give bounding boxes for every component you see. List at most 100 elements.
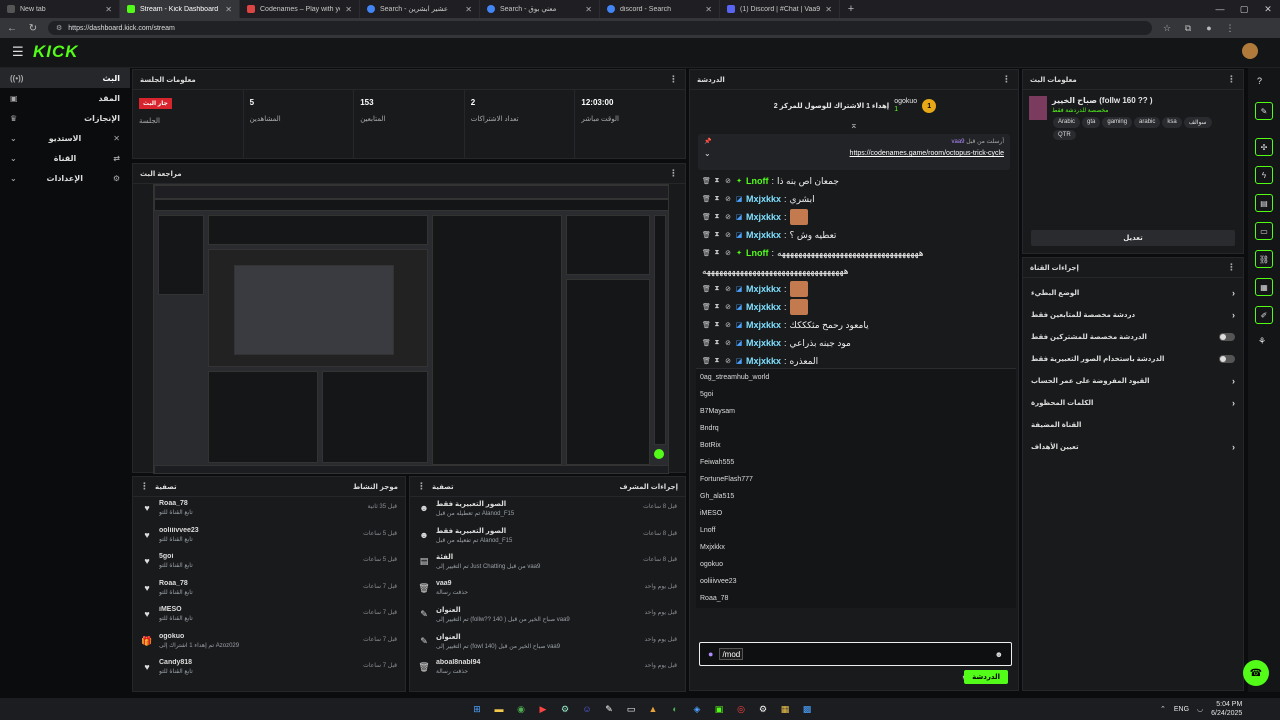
wifi-icon[interactable]: ◡ xyxy=(1197,705,1203,713)
lang-indicator[interactable]: ENG xyxy=(1174,706,1189,713)
layout-icon[interactable]: ▦ xyxy=(1255,278,1273,296)
ban-icon[interactable]: ⊘ xyxy=(724,195,732,203)
close-tab-icon[interactable]: ✕ xyxy=(225,5,232,14)
pinned-link[interactable]: https://codenames.game/room/octopus-tric… xyxy=(850,150,1004,157)
kick-app-icon[interactable]: ▣ xyxy=(710,702,728,716)
chat-username[interactable]: Mxjxkkx xyxy=(746,284,781,294)
profile-icon[interactable]: ● xyxy=(1203,23,1215,33)
close-tab-icon[interactable]: ✕ xyxy=(105,5,112,14)
panel-menu-icon[interactable]: ⋮ xyxy=(1002,74,1011,85)
app-icon[interactable]: ▲ xyxy=(644,702,662,716)
ban-icon[interactable]: ⊘ xyxy=(724,321,732,329)
minimize-icon[interactable]: — xyxy=(1208,0,1232,18)
timeout-icon[interactable]: ⧗ xyxy=(713,195,721,203)
chat-username[interactable]: Mxjxkkx xyxy=(746,320,781,330)
panel-menu-icon[interactable]: ⋮ xyxy=(1227,262,1236,273)
chat-message[interactable]: 🗑 ⧗ ⊘ ◪ Mxjxkkx: يامعود رحمح مثكككك xyxy=(698,316,1010,334)
browser-tab[interactable]: (1) Discord | #Chat | Vaa9 ✕ xyxy=(720,0,840,18)
browser-tab[interactable]: discord - Search ✕ xyxy=(600,0,720,18)
delete-icon[interactable]: 🗑 xyxy=(702,231,711,239)
edit-icon[interactable]: ✎ xyxy=(1255,102,1273,120)
crosshair-icon[interactable]: ✣ xyxy=(1255,138,1273,156)
chat-input-field[interactable]: ● ☻ xyxy=(699,642,1012,666)
timeout-icon[interactable]: ⧗ xyxy=(713,321,721,329)
ban-icon[interactable]: ⊘ xyxy=(724,285,732,293)
help-icon[interactable]: ? xyxy=(1257,76,1262,86)
sidebar-item-settings[interactable]: ⌄ الإعدادات ⚙ xyxy=(0,168,130,188)
mention-option[interactable]: Feiwah555 xyxy=(696,454,1016,471)
panel-menu-icon[interactable]: ⋮ xyxy=(140,481,149,492)
sidebar-item-broadcast[interactable]: ((•)) البث xyxy=(0,68,130,88)
chat-message[interactable]: ههههههههههههههههههههههههههههههههههه xyxy=(698,262,1010,280)
panel-menu-icon[interactable]: ⋮ xyxy=(669,168,678,179)
support-chat-button[interactable]: ☎ xyxy=(1243,660,1269,686)
extensions-icon[interactable]: ⧉ xyxy=(1182,23,1194,34)
pinned-message[interactable]: 📌 vaa9 أرسلت من قبل ⌄ https://codenames.… xyxy=(698,134,1010,170)
chat-username[interactable]: Mxjxkkx xyxy=(746,212,781,222)
mention-option[interactable]: FortuneFlash777 xyxy=(696,471,1016,488)
mention-option[interactable]: B7Maysam xyxy=(696,403,1016,420)
mention-option[interactable]: ogokuo xyxy=(696,556,1016,573)
channel-setting-row[interactable]: الوضع البطيء › xyxy=(1023,282,1243,304)
mention-option[interactable]: 0ag_streamhub_world xyxy=(696,369,1016,386)
mention-option[interactable]: BotRix xyxy=(696,437,1016,454)
ban-icon[interactable]: ⊘ xyxy=(724,213,732,221)
channel-setting-row[interactable]: الدردشة مخصصة للمشتركين فقط xyxy=(1023,326,1243,348)
chat-message[interactable]: 🗑 ⧗ ⊘ ✦ Lnoff: جمعان اص بنه ذا xyxy=(698,172,1010,190)
bookmark-star-icon[interactable]: ☆ xyxy=(1161,23,1173,34)
chat-username[interactable]: Mxjxkkx xyxy=(746,230,781,240)
settings-icon[interactable]: ⚙ xyxy=(754,702,772,716)
mention-option[interactable]: Mxjxkkx xyxy=(696,539,1016,556)
timeout-icon[interactable]: ⧗ xyxy=(713,339,721,347)
toggle-switch[interactable] xyxy=(1219,333,1235,341)
chat-message[interactable]: 🗑 ⧗ ⊘ ◪ Mxjxkkx: xyxy=(698,280,1010,298)
back-icon[interactable]: ← xyxy=(6,23,18,34)
maximize-icon[interactable]: ▢ xyxy=(1232,0,1256,18)
mention-option[interactable]: Bndrq xyxy=(696,420,1016,437)
ban-icon[interactable]: ⊘ xyxy=(724,249,732,257)
file-explorer-icon[interactable]: ▬ xyxy=(490,702,508,716)
close-tab-icon[interactable]: ✕ xyxy=(705,5,712,14)
channel-setting-row[interactable]: دردشة مخصصة للمتابعين فقط › xyxy=(1023,304,1243,326)
close-tab-icon[interactable]: ✕ xyxy=(825,5,832,14)
close-tab-icon[interactable]: ✕ xyxy=(585,5,592,14)
chat-message[interactable]: 🗑 ⧗ ⊘ ◪ Mxjxkkx: xyxy=(698,298,1010,316)
menu-dots-icon[interactable]: ⋮ xyxy=(1224,23,1236,34)
mic-icon[interactable]: ● xyxy=(708,649,713,659)
share-icon[interactable]: ⚘ xyxy=(1258,336,1266,347)
browser-tab[interactable]: Search - معني بوق ✕ xyxy=(480,0,600,18)
app-icon[interactable]: ◈ xyxy=(688,702,706,716)
ban-icon[interactable]: ⊘ xyxy=(724,231,732,239)
delete-icon[interactable]: 🗑 xyxy=(702,339,711,347)
pin-icon[interactable]: 📌 xyxy=(704,138,711,145)
steam-icon[interactable]: ⚙ xyxy=(556,702,574,716)
delete-icon[interactable]: 🗑 xyxy=(702,177,711,185)
close-window-icon[interactable]: ✕ xyxy=(1256,0,1280,18)
app-icon[interactable]: ▩ xyxy=(798,702,816,716)
app-icon[interactable]: ▦ xyxy=(776,702,794,716)
sidebar-item-content[interactable]: ▣ المقد xyxy=(0,88,130,108)
user-avatar[interactable] xyxy=(1242,43,1258,59)
mention-option[interactable]: 5goi xyxy=(696,386,1016,403)
chat-username[interactable]: Lnoff xyxy=(746,248,769,258)
channel-setting-row[interactable]: تعيين الأهداف › xyxy=(1023,436,1243,458)
channel-setting-row[interactable]: القيود المفروضة على عمر الحساب › xyxy=(1023,370,1243,392)
ban-icon[interactable]: ⊘ xyxy=(724,303,732,311)
panel-menu-icon[interactable]: ⋮ xyxy=(1227,74,1236,85)
chrome-icon[interactable]: ◉ xyxy=(512,702,530,716)
delete-icon[interactable]: 🗑 xyxy=(702,195,711,203)
timeout-icon[interactable]: ⧗ xyxy=(713,357,721,365)
app-icon[interactable]: ◎ xyxy=(732,702,750,716)
chat-username[interactable]: Mxjxkkx xyxy=(746,338,781,348)
emoji-icon[interactable]: ☻ xyxy=(995,650,1003,659)
new-tab-button[interactable]: + xyxy=(840,0,862,18)
youtube-icon[interactable]: ▶ xyxy=(534,702,552,716)
chat-message[interactable]: 🗑 ⧗ ⊘ ◪ Mxjxkkx: مود جبنه بذراعي xyxy=(698,334,1010,352)
chat-username[interactable]: Mxjxkkx xyxy=(746,194,781,204)
chat-username[interactable]: Lnoff xyxy=(746,176,769,186)
channel-setting-row[interactable]: الكلمات المحظورة › xyxy=(1023,392,1243,414)
panel-menu-icon[interactable]: ⋮ xyxy=(669,74,678,85)
mention-option[interactable]: ooliiivvee23 xyxy=(696,573,1016,590)
ban-icon[interactable]: ⊘ xyxy=(724,357,732,365)
gift-leaderboard[interactable]: إهداء 1 الاشتراك للوصول للمركز 2 ogokuo 1… xyxy=(750,96,960,116)
